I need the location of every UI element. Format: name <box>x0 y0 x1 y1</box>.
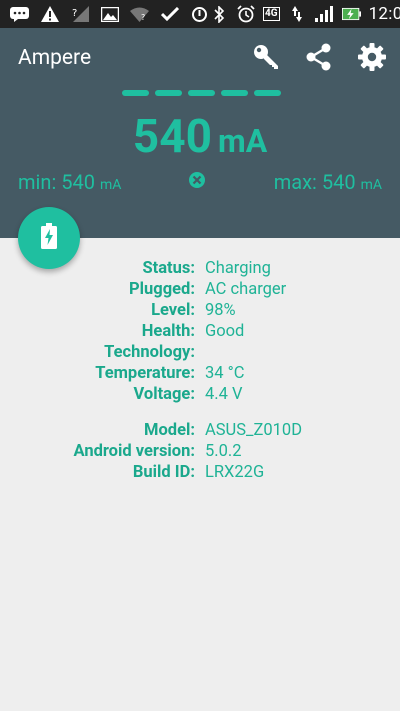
plugged-value: AC charger <box>205 280 287 299</box>
info-row-android-version: Android version: 5.0.2 <box>0 441 400 462</box>
info-row-status: Status: Charging <box>0 258 400 279</box>
reset-minmax-icon[interactable] <box>188 171 206 189</box>
info-row-plugged: Plugged: AC charger <box>0 279 400 300</box>
technology-value <box>195 342 205 363</box>
data-transfer-icon <box>288 6 307 23</box>
wifi-off-icon: ? <box>130 6 149 23</box>
min-unit: mA <box>99 177 122 193</box>
health-label: Health: <box>141 322 195 341</box>
max-unit: mA <box>360 177 382 193</box>
technology-label: Technology: <box>104 343 195 362</box>
model-value: ASUS_Z010D <box>205 421 303 440</box>
temperature-label: Temperature: <box>95 364 195 383</box>
info-row-level: Level: 98% <box>0 300 400 321</box>
temperature-value: 34 °C <box>205 364 245 383</box>
indicator-dash <box>155 90 182 96</box>
share-icon[interactable] <box>304 42 334 72</box>
bluetooth-icon <box>209 5 228 23</box>
signal-off-icon: ? <box>70 6 89 23</box>
battery-charging-icon <box>341 6 361 23</box>
device-info: Model: ASUS_Z010D Android version: 5.0.2… <box>0 420 400 483</box>
network-type-badge: 4G <box>263 7 280 21</box>
check-icon <box>160 6 179 23</box>
indicator-dash <box>254 90 281 96</box>
current-unit: mA <box>217 122 268 160</box>
status-bar: ? ? 4G 12:05 <box>0 0 400 28</box>
model-label: Model: <box>144 421 195 440</box>
info-row-temperature: Temperature: 34 °C <box>0 363 400 384</box>
build-id-value: LRX22G <box>205 463 265 482</box>
battery-info: Status: Charging Plugged: AC charger Lev… <box>0 258 400 405</box>
alarm-icon <box>236 5 255 23</box>
indicator-dash <box>188 90 215 96</box>
min-value: 540 <box>61 170 95 194</box>
warning-icon <box>40 6 59 23</box>
clock: 12:05 <box>368 4 400 24</box>
image-icon <box>100 6 119 23</box>
info-row-build-id: Build ID: LRX22G <box>0 462 400 483</box>
max-value: 540 <box>321 170 356 194</box>
status-value: Charging <box>205 259 271 278</box>
voltage-value: 4.4 V <box>205 385 243 404</box>
indicator-dash <box>221 90 248 96</box>
health-value: Good <box>205 322 245 341</box>
sync-icon <box>190 6 209 23</box>
plugged-label: Plugged: <box>129 280 195 299</box>
voltage-label: Voltage: <box>133 385 196 404</box>
app-title: Ampere <box>18 46 92 70</box>
level-label: Level: <box>151 301 195 320</box>
info-row-voltage: Voltage: 4.4 V <box>0 384 400 405</box>
level-value: 98% <box>205 301 236 320</box>
indicator-dash <box>122 90 149 96</box>
key-icon[interactable] <box>251 42 281 72</box>
current-reading: 540 mA <box>0 110 400 164</box>
reading-indicator <box>122 90 281 96</box>
battery-charging-icon <box>41 223 57 253</box>
info-row-health: Health: Good <box>0 321 400 342</box>
settings-icon[interactable] <box>357 42 387 72</box>
android-version-value: 5.0.2 <box>205 442 242 461</box>
min-reading: min: 540 mA <box>18 170 121 194</box>
status-label: Status: <box>142 259 195 278</box>
bbm-icon <box>10 6 29 23</box>
current-value: 540 <box>132 110 212 164</box>
android-version-label: Android version: <box>73 442 195 461</box>
max-reading: max: 540 mA <box>274 170 382 194</box>
build-id-label: Build ID: <box>132 463 195 482</box>
svg-text:?: ? <box>72 8 77 19</box>
app-header: Ampere 540 mA min: 540 mA max: 540 mA <box>0 28 400 238</box>
min-label: min: <box>18 170 57 194</box>
signal-icon <box>315 6 334 23</box>
max-label: max: <box>273 170 317 194</box>
info-row-model: Model: ASUS_Z010D <box>0 420 400 441</box>
info-row-technology: Technology: <box>0 342 400 363</box>
svg-text:?: ? <box>141 13 145 22</box>
